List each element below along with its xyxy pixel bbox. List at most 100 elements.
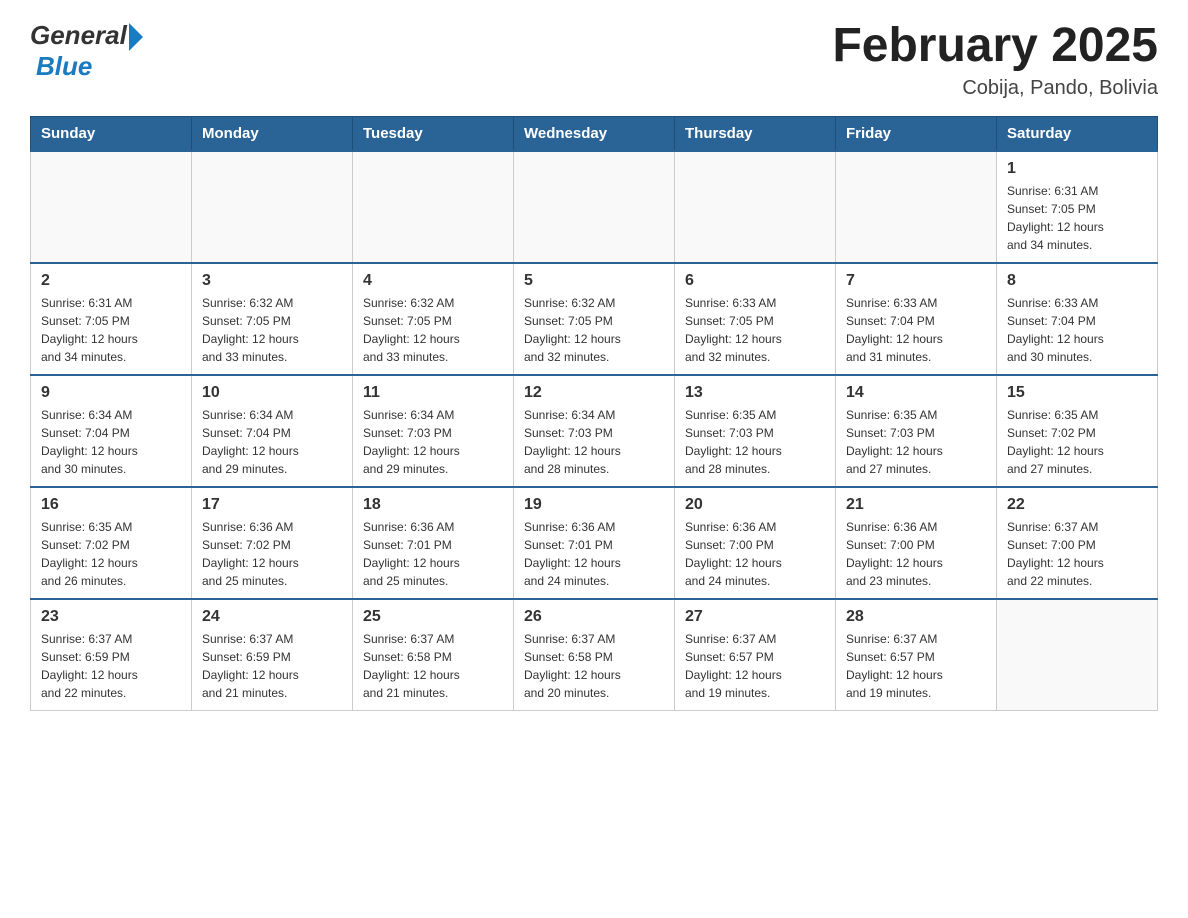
calendar-day-cell: 10 Sunrise: 6:34 AM Sunset: 7:04 PM Dayli…	[192, 375, 353, 487]
day-info: Sunrise: 6:35 AM Sunset: 7:02 PM Dayligh…	[41, 518, 181, 590]
day-info: Sunrise: 6:37 AM Sunset: 6:57 PM Dayligh…	[846, 630, 986, 702]
day-info: Sunrise: 6:35 AM Sunset: 7:03 PM Dayligh…	[685, 406, 825, 478]
calendar-day-cell: 5 Sunrise: 6:32 AM Sunset: 7:05 PM Daylig…	[514, 263, 675, 375]
logo: General Blue	[30, 20, 143, 82]
title-area: February 2025 Cobija, Pando, Bolivia	[832, 20, 1158, 100]
page-header: General Blue February 2025 Cobija, Pando…	[30, 20, 1158, 100]
calendar-day-cell	[353, 151, 514, 263]
day-number: 27	[685, 608, 825, 626]
day-number: 22	[1007, 496, 1147, 514]
calendar-day-cell: 23 Sunrise: 6:37 AM Sunset: 6:59 PM Dayli…	[31, 599, 192, 711]
day-number: 14	[846, 384, 986, 402]
calendar-day-cell	[192, 151, 353, 263]
weekday-header-monday: Monday	[192, 116, 353, 151]
logo-blue-text: Blue	[36, 51, 92, 81]
calendar-day-cell: 21Sunrise: 6:36 AM Sunset: 7:00 PM Dayli…	[836, 487, 997, 599]
day-info: Sunrise: 6:36 AM Sunset: 7:01 PM Dayligh…	[524, 518, 664, 590]
day-number: 28	[846, 608, 986, 626]
day-info: Sunrise: 6:34 AM Sunset: 7:03 PM Dayligh…	[363, 406, 503, 478]
calendar-day-cell: 19Sunrise: 6:36 AM Sunset: 7:01 PM Dayli…	[514, 487, 675, 599]
calendar-title: February 2025	[832, 20, 1158, 73]
calendar-day-cell: 2 Sunrise: 6:31 AM Sunset: 7:05 PM Daylig…	[31, 263, 192, 375]
calendar-day-cell: 27 Sunrise: 6:37 AM Sunset: 6:57 PM Dayli…	[675, 599, 836, 711]
calendar-day-cell: 28 Sunrise: 6:37 AM Sunset: 6:57 PM Dayli…	[836, 599, 997, 711]
day-number: 10	[202, 384, 342, 402]
day-number: 6	[685, 272, 825, 290]
day-number: 25	[363, 608, 503, 626]
day-info: Sunrise: 6:33 AM Sunset: 7:04 PM Dayligh…	[846, 294, 986, 366]
calendar-day-cell	[514, 151, 675, 263]
day-info: Sunrise: 6:36 AM Sunset: 7:00 PM Dayligh…	[685, 518, 825, 590]
day-info: Sunrise: 6:37 AM Sunset: 6:59 PM Dayligh…	[202, 630, 342, 702]
calendar-day-cell: 20 Sunrise: 6:36 AM Sunset: 7:00 PM Dayli…	[675, 487, 836, 599]
calendar-week-row: 1Sunrise: 6:31 AM Sunset: 7:05 PM Daylig…	[31, 151, 1158, 263]
day-info: Sunrise: 6:36 AM Sunset: 7:00 PM Dayligh…	[846, 518, 986, 590]
calendar-day-cell: 6 Sunrise: 6:33 AM Sunset: 7:05 PM Daylig…	[675, 263, 836, 375]
day-number: 16	[41, 496, 181, 514]
weekday-header-saturday: Saturday	[997, 116, 1158, 151]
day-info: Sunrise: 6:37 AM Sunset: 6:57 PM Dayligh…	[685, 630, 825, 702]
calendar-day-cell: 3 Sunrise: 6:32 AM Sunset: 7:05 PM Daylig…	[192, 263, 353, 375]
calendar-day-cell: 9 Sunrise: 6:34 AM Sunset: 7:04 PM Daylig…	[31, 375, 192, 487]
weekday-header-friday: Friday	[836, 116, 997, 151]
day-info: Sunrise: 6:34 AM Sunset: 7:03 PM Dayligh…	[524, 406, 664, 478]
day-info: Sunrise: 6:31 AM Sunset: 7:05 PM Dayligh…	[41, 294, 181, 366]
calendar-day-cell: 22 Sunrise: 6:37 AM Sunset: 7:00 PM Dayli…	[997, 487, 1158, 599]
day-number: 11	[363, 384, 503, 402]
logo-general-text: General	[30, 20, 127, 51]
calendar-week-row: 2 Sunrise: 6:31 AM Sunset: 7:05 PM Daylig…	[31, 263, 1158, 375]
day-info: Sunrise: 6:32 AM Sunset: 7:05 PM Dayligh…	[524, 294, 664, 366]
day-info: Sunrise: 6:36 AM Sunset: 7:02 PM Dayligh…	[202, 518, 342, 590]
day-number: 7	[846, 272, 986, 290]
day-info: Sunrise: 6:34 AM Sunset: 7:04 PM Dayligh…	[41, 406, 181, 478]
calendar-day-cell	[675, 151, 836, 263]
day-number: 18	[363, 496, 503, 514]
day-info: Sunrise: 6:32 AM Sunset: 7:05 PM Dayligh…	[202, 294, 342, 366]
calendar-day-cell: 24 Sunrise: 6:37 AM Sunset: 6:59 PM Dayli…	[192, 599, 353, 711]
calendar-week-row: 23 Sunrise: 6:37 AM Sunset: 6:59 PM Dayli…	[31, 599, 1158, 711]
calendar-day-cell: 15 Sunrise: 6:35 AM Sunset: 7:02 PM Dayli…	[997, 375, 1158, 487]
day-info: Sunrise: 6:37 AM Sunset: 6:58 PM Dayligh…	[524, 630, 664, 702]
weekday-header-thursday: Thursday	[675, 116, 836, 151]
day-number: 26	[524, 608, 664, 626]
day-number: 13	[685, 384, 825, 402]
day-info: Sunrise: 6:31 AM Sunset: 7:05 PM Dayligh…	[1007, 182, 1147, 254]
calendar-day-cell	[997, 599, 1158, 711]
calendar-day-cell: 17 Sunrise: 6:36 AM Sunset: 7:02 PM Dayli…	[192, 487, 353, 599]
day-info: Sunrise: 6:36 AM Sunset: 7:01 PM Dayligh…	[363, 518, 503, 590]
calendar-day-cell: 1Sunrise: 6:31 AM Sunset: 7:05 PM Daylig…	[997, 151, 1158, 263]
calendar-day-cell: 16 Sunrise: 6:35 AM Sunset: 7:02 PM Dayli…	[31, 487, 192, 599]
day-number: 3	[202, 272, 342, 290]
day-info: Sunrise: 6:37 AM Sunset: 7:00 PM Dayligh…	[1007, 518, 1147, 590]
weekday-header-tuesday: Tuesday	[353, 116, 514, 151]
day-info: Sunrise: 6:37 AM Sunset: 6:58 PM Dayligh…	[363, 630, 503, 702]
calendar-header-row: SundayMondayTuesdayWednesdayThursdayFrid…	[31, 116, 1158, 151]
calendar-week-row: 9 Sunrise: 6:34 AM Sunset: 7:04 PM Daylig…	[31, 375, 1158, 487]
day-info: Sunrise: 6:32 AM Sunset: 7:05 PM Dayligh…	[363, 294, 503, 366]
day-number: 15	[1007, 384, 1147, 402]
day-number: 8	[1007, 272, 1147, 290]
day-number: 17	[202, 496, 342, 514]
calendar-day-cell: 4 Sunrise: 6:32 AM Sunset: 7:05 PM Daylig…	[353, 263, 514, 375]
day-number: 12	[524, 384, 664, 402]
day-info: Sunrise: 6:33 AM Sunset: 7:04 PM Dayligh…	[1007, 294, 1147, 366]
day-number: 24	[202, 608, 342, 626]
day-info: Sunrise: 6:37 AM Sunset: 6:59 PM Dayligh…	[41, 630, 181, 702]
day-number: 20	[685, 496, 825, 514]
day-info: Sunrise: 6:34 AM Sunset: 7:04 PM Dayligh…	[202, 406, 342, 478]
calendar-week-row: 16 Sunrise: 6:35 AM Sunset: 7:02 PM Dayli…	[31, 487, 1158, 599]
day-number: 4	[363, 272, 503, 290]
calendar-day-cell: 13 Sunrise: 6:35 AM Sunset: 7:03 PM Dayli…	[675, 375, 836, 487]
day-number: 2	[41, 272, 181, 290]
day-info: Sunrise: 6:35 AM Sunset: 7:02 PM Dayligh…	[1007, 406, 1147, 478]
calendar-day-cell: 12 Sunrise: 6:34 AM Sunset: 7:03 PM Dayli…	[514, 375, 675, 487]
calendar-day-cell: 14 Sunrise: 6:35 AM Sunset: 7:03 PM Dayli…	[836, 375, 997, 487]
day-info: Sunrise: 6:35 AM Sunset: 7:03 PM Dayligh…	[846, 406, 986, 478]
calendar-day-cell: 11 Sunrise: 6:34 AM Sunset: 7:03 PM Dayli…	[353, 375, 514, 487]
calendar-day-cell: 25 Sunrise: 6:37 AM Sunset: 6:58 PM Dayli…	[353, 599, 514, 711]
day-info: Sunrise: 6:33 AM Sunset: 7:05 PM Dayligh…	[685, 294, 825, 366]
day-number: 23	[41, 608, 181, 626]
day-number: 9	[41, 384, 181, 402]
calendar-day-cell: 18 Sunrise: 6:36 AM Sunset: 7:01 PM Dayli…	[353, 487, 514, 599]
day-number: 5	[524, 272, 664, 290]
